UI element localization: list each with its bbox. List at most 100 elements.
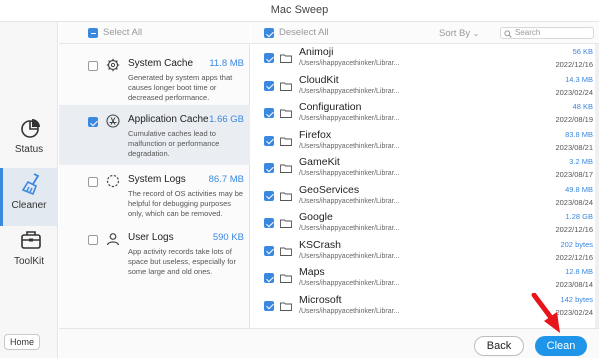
category-user-logs[interactable]: User Logs 590 KB App activity records ta… <box>59 223 250 283</box>
file-checkbox[interactable] <box>264 218 274 228</box>
category-size: 86.7 MB <box>208 174 244 185</box>
file-path: /Users/ihappyacethinker/Librar... <box>299 307 400 315</box>
sidebar-item-status[interactable]: Status <box>0 112 58 170</box>
file-date: 2023/08/24 <box>555 197 593 207</box>
category-checkbox[interactable] <box>88 61 98 71</box>
file-list-scrollbar[interactable] <box>595 44 599 328</box>
file-size: 14.3 MB <box>565 74 593 84</box>
file-checkbox[interactable] <box>264 135 274 146</box>
file-path: /Users/ihappyacethinker/Librar... <box>299 87 400 95</box>
sort-by-dropdown[interactable]: Sort By ⌄ <box>439 28 480 39</box>
file-name: Google <box>299 211 333 223</box>
file-row[interactable]: KSCrash /Users/ihappyacethinker/Librar..… <box>251 237 599 265</box>
category-size: 590 KB <box>212 232 244 243</box>
back-button[interactable]: Back <box>474 336 524 356</box>
folder-icon <box>280 82 292 91</box>
file-date: 2023/02/24 <box>555 87 593 97</box>
file-row[interactable]: CloudKit /Users/ihappyacethinker/Librar.… <box>251 72 599 100</box>
file-checkbox[interactable] <box>264 273 274 283</box>
loading-icon <box>106 174 120 188</box>
sidebar-item-toolkit[interactable]: ToolKit <box>0 224 58 282</box>
file-row[interactable]: Maps /Users/ihappyacethinker/Librar... 1… <box>251 264 599 292</box>
file-size: 3.2 MB <box>569 157 593 166</box>
app-store-icon <box>106 114 120 128</box>
file-name: Animoji <box>299 46 334 58</box>
category-system-cache[interactable]: System Cache 11.8 MB Generated by system… <box>59 49 250 109</box>
file-date: 2023/08/14 <box>555 280 593 289</box>
file-size: 12.8 MB <box>565 267 593 276</box>
select-all-label: Select All <box>103 27 143 38</box>
category-checkbox[interactable] <box>88 235 98 245</box>
category-checkbox[interactable] <box>88 177 98 187</box>
red-arrow-annotation <box>531 293 560 333</box>
user-icon <box>106 233 120 246</box>
file-checkbox[interactable] <box>264 163 274 173</box>
category-description: App activity records take lots of space … <box>128 247 236 276</box>
folder-icon <box>280 302 292 311</box>
file-checkbox[interactable] <box>264 300 274 311</box>
app-window: Mac Sweep Status Cleaner ToolKit Home Se… <box>0 0 599 358</box>
sidebar-item-label: Status <box>14 144 44 155</box>
file-date: 2022/12/16 <box>555 60 593 69</box>
select-all-checkbox[interactable] <box>88 28 98 38</box>
file-path: /Users/ihappyacethinker/Librar... <box>299 170 400 177</box>
file-size: 1.28 GB <box>565 212 593 221</box>
file-row[interactable]: GameKit /Users/ihappyacethinker/Librar..… <box>251 154 599 182</box>
file-path: /Users/ihappyacethinker/Librar... <box>299 142 400 150</box>
file-row[interactable]: Animoji /Users/ihappyacethinker/Librar..… <box>251 44 599 72</box>
file-size: 202 bytes <box>560 239 593 249</box>
file-checkbox[interactable] <box>264 190 274 201</box>
window-title: Mac Sweep <box>270 4 329 16</box>
category-name: Application Cache <box>128 114 209 125</box>
file-path: /Users/ihappyacethinker/Librar... <box>299 197 400 205</box>
deselect-all-label: Deselect All <box>279 27 329 38</box>
file-date: 2022/08/19 <box>555 115 593 124</box>
file-checkbox[interactable] <box>264 80 274 91</box>
file-path: /Users/ihappyacethinker/Librar... <box>299 225 400 232</box>
file-name: Firefox <box>299 128 332 141</box>
sidebar-item-label: ToolKit <box>13 256 44 267</box>
search-icon <box>504 30 512 38</box>
category-checkbox[interactable] <box>88 117 98 127</box>
file-path: /Users/ihappyacethinker/Librar... <box>299 280 400 287</box>
category-size: 1.66 GB <box>209 114 244 125</box>
file-checkbox[interactable] <box>264 108 274 118</box>
file-row[interactable]: Google /Users/ihappyacethinker/Librar...… <box>251 209 599 237</box>
file-size: 56 KB <box>572 47 593 56</box>
category-name: System Cache <box>128 58 194 69</box>
category-description: Generated by system apps that causes lon… <box>128 73 233 102</box>
folder-icon <box>280 219 292 228</box>
file-date: 2023/08/21 <box>555 142 593 152</box>
sort-by-label: Sort By <box>439 28 471 39</box>
file-path: /Users/ihappyacethinker/Librar... <box>299 115 400 122</box>
folder-icon <box>280 192 292 201</box>
file-row[interactable]: Firefox /Users/ihappyacethinker/Librar..… <box>251 127 599 155</box>
file-name: Maps <box>299 266 325 278</box>
file-checkbox[interactable] <box>264 53 274 63</box>
category-system-logs[interactable]: System Logs 86.7 MB The record of OS act… <box>59 165 250 225</box>
file-name: Configuration <box>299 101 362 113</box>
file-row[interactable]: Configuration /Users/ihappyacethinker/Li… <box>251 99 599 127</box>
home-button[interactable]: Home <box>4 334 40 350</box>
search-placeholder: Search <box>515 28 541 37</box>
folder-icon <box>280 164 292 173</box>
deselect-all-checkbox[interactable] <box>264 28 274 38</box>
pie-chart-icon <box>21 119 40 138</box>
file-size: 83.8 MB <box>565 129 593 139</box>
file-checkbox[interactable] <box>264 245 274 256</box>
file-row[interactable]: GeoServices /Users/ihappyacethinker/Libr… <box>251 182 599 210</box>
folder-icon <box>280 137 292 146</box>
sidebar-item-label: Cleaner <box>11 200 47 211</box>
clean-button[interactable]: Clean <box>535 336 587 356</box>
file-size: 48 KB <box>572 102 593 111</box>
category-application-cache[interactable]: Application Cache 1.66 GB Cumulative cac… <box>59 105 250 165</box>
sidebar-item-cleaner[interactable]: Cleaner <box>0 168 58 226</box>
chevron-down-icon: ⌄ <box>472 29 480 38</box>
file-name: GameKit <box>299 156 340 168</box>
folder-icon <box>280 109 292 118</box>
file-name: GeoServices <box>299 183 360 196</box>
file-date: 2022/12/16 <box>555 225 593 234</box>
category-description: The record of OS activities may be helpf… <box>128 189 244 218</box>
search-input[interactable]: Search <box>500 27 594 39</box>
file-size: 49.8 MB <box>565 184 593 194</box>
